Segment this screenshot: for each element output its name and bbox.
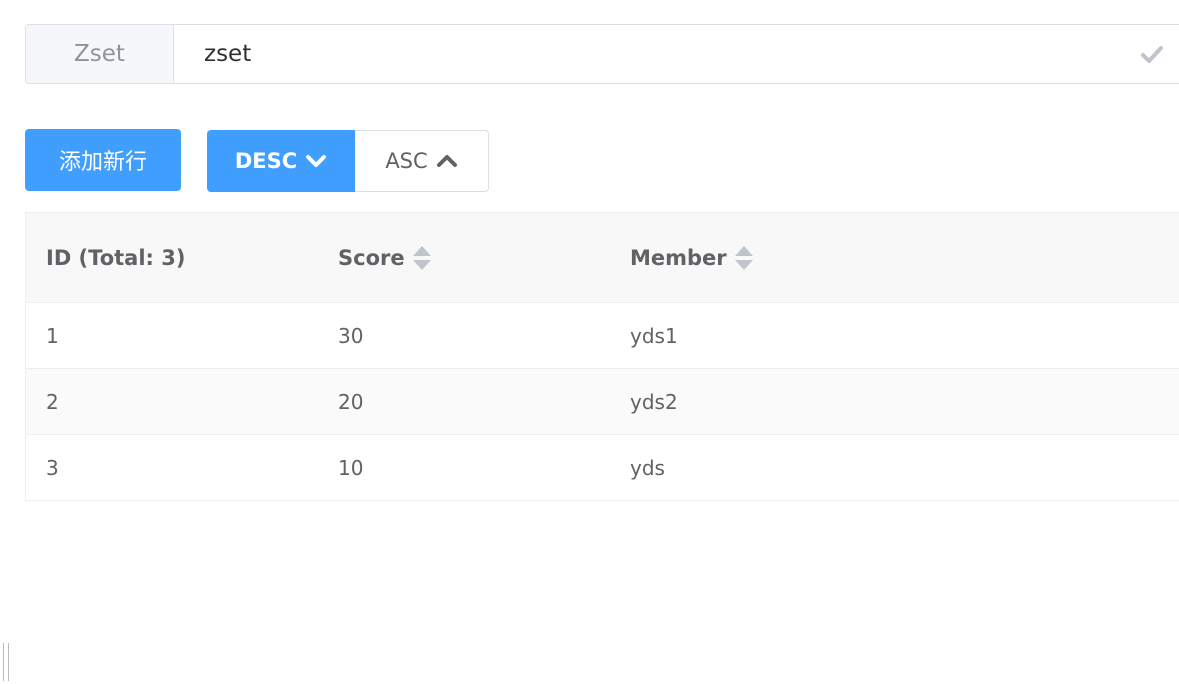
table-row[interactable]: 3 10 yds (26, 435, 1179, 501)
key-name-input[interactable] (174, 25, 1179, 83)
caret-down-icon[interactable] (412, 259, 431, 270)
table-row[interactable]: 1 30 yds1 (26, 303, 1179, 369)
cell-score: 10 (338, 455, 364, 480)
sort-asc-button[interactable]: ASC (355, 130, 489, 192)
sort-order-toggle: DESC ASC (207, 130, 489, 192)
cell-id: 2 (46, 389, 59, 414)
cell-member: yds1 (630, 323, 678, 348)
column-header-id-label: ID (Total: 3) (46, 245, 186, 270)
cell-id: 3 (46, 455, 59, 480)
column-header-score-label: Score (338, 245, 405, 270)
check-icon[interactable] (1140, 42, 1164, 66)
pane-resize-handle[interactable] (3, 643, 9, 681)
sort-desc-button[interactable]: DESC (207, 130, 355, 192)
chevron-up-icon (436, 155, 457, 167)
key-type-label: Zset (26, 25, 174, 83)
chevron-down-icon (306, 155, 327, 167)
cell-id: 1 (46, 323, 59, 348)
sort-caret-icon[interactable] (412, 245, 431, 270)
column-header-member-label: Member (630, 245, 727, 270)
caret-up-icon[interactable] (412, 245, 431, 256)
sort-caret-icon[interactable] (734, 245, 753, 270)
sort-desc-label: DESC (234, 149, 298, 173)
key-name-input-group: Zset (25, 24, 1179, 84)
column-header-score[interactable]: Score (338, 245, 431, 270)
table-header: ID (Total: 3) Score Member (26, 213, 1179, 303)
caret-down-icon[interactable] (734, 259, 753, 270)
column-header-member[interactable]: Member (630, 245, 753, 270)
add-row-button[interactable]: 添加新行 (25, 129, 181, 191)
cell-member: yds (630, 455, 665, 480)
zset-table: ID (Total: 3) Score Member 1 30 yds1 2 2… (25, 212, 1179, 501)
caret-up-icon[interactable] (734, 245, 753, 256)
cell-member: yds2 (630, 389, 678, 414)
cell-score: 30 (338, 323, 364, 348)
sort-asc-label: ASC (385, 149, 428, 173)
cell-score: 20 (338, 389, 364, 414)
column-header-id: ID (Total: 3) (46, 246, 185, 270)
table-row[interactable]: 2 20 yds2 (26, 369, 1179, 435)
